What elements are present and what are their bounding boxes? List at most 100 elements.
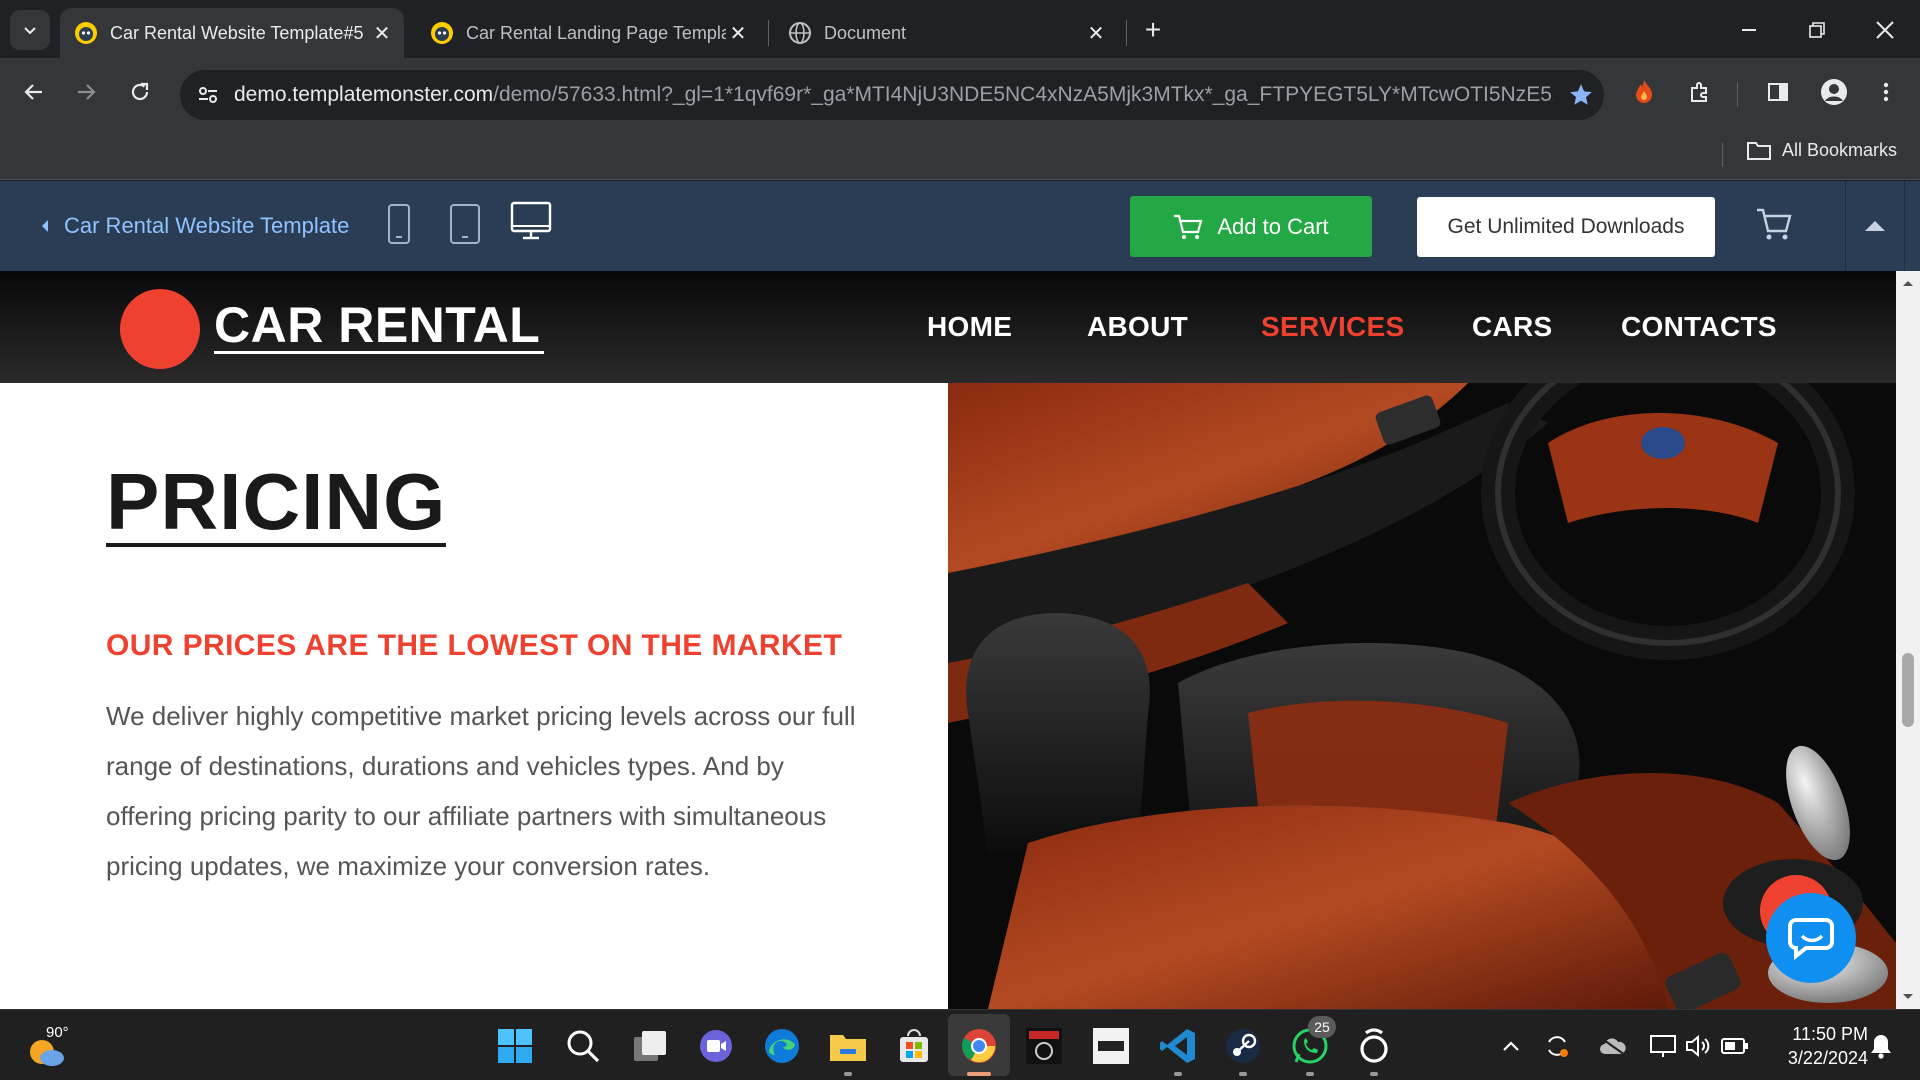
taskbar-task-view[interactable] (626, 1022, 674, 1070)
desktop-view-button[interactable] (510, 201, 552, 246)
tab-search-button[interactable] (10, 10, 50, 50)
taskbar-teams[interactable] (692, 1022, 740, 1070)
pricing-heading: PRICING (106, 457, 447, 547)
all-bookmarks-button[interactable]: All Bookmarks (1746, 139, 1897, 161)
address-bar[interactable]: demo.templatemonster.com/demo/57633.html… (180, 70, 1604, 120)
all-bookmarks-label: All Bookmarks (1782, 139, 1898, 160)
more-vert-icon (1883, 82, 1889, 102)
nav-services[interactable]: SERVICES (1261, 311, 1405, 343)
system-clock[interactable]: 11:50 PM 3/22/2024 (1756, 1022, 1868, 1070)
weather-widget[interactable]: 90° (26, 1024, 74, 1068)
chevron-down-icon (24, 27, 36, 35)
tab-car-rental-template[interactable]: Car Rental Website Template#5 ✕ (60, 8, 404, 58)
taskbar-file-explorer[interactable] (824, 1022, 872, 1070)
steam-icon (1226, 1029, 1260, 1063)
chrome-menu-button[interactable] (1866, 72, 1906, 112)
back-button[interactable] (14, 72, 54, 112)
clock-time: 11:50 PM (1792, 1024, 1868, 1044)
tray-battery[interactable] (1718, 1022, 1752, 1070)
collapse-bar-button[interactable] (1845, 181, 1905, 271)
whatsapp-unread-badge: 25 (1308, 1016, 1336, 1038)
new-tab-button[interactable]: + (1126, 8, 1180, 52)
logo-circle (120, 289, 200, 369)
taskbar-fifa-game[interactable] (1087, 1022, 1135, 1070)
tablet-view-button[interactable] (449, 203, 481, 250)
tablet-icon (450, 204, 480, 244)
chevron-up-icon (1503, 1041, 1519, 1051)
taskbar-steam[interactable] (1219, 1022, 1267, 1070)
nav-contacts[interactable]: CONTACTS (1621, 311, 1777, 343)
taskbar-app-circle[interactable] (1350, 1022, 1398, 1070)
running-indicator (1239, 1072, 1247, 1076)
scroll-down-icon[interactable] (1902, 993, 1914, 1001)
side-panel-button[interactable] (1758, 72, 1798, 112)
tray-volume[interactable] (1682, 1022, 1716, 1070)
profile-button[interactable] (1814, 72, 1854, 112)
running-indicator (1174, 1072, 1182, 1076)
extension-flame-button[interactable] (1624, 72, 1664, 112)
scroll-up-icon[interactable] (1902, 279, 1914, 287)
pricing-description: We deliver highly competitive market pri… (106, 701, 856, 881)
reload-button[interactable] (120, 72, 160, 112)
speaker-icon (1686, 1034, 1710, 1058)
live-chat-button[interactable] (1766, 893, 1856, 983)
restore-button[interactable] (1790, 8, 1844, 52)
taskbar-microsoft-store[interactable] (890, 1022, 938, 1070)
taskbar-edge[interactable] (758, 1022, 806, 1070)
scrollbar-thumb[interactable] (1902, 653, 1914, 727)
tray-network[interactable] (1646, 1022, 1680, 1070)
add-to-cart-label: Add to Cart (1217, 213, 1329, 239)
tab-car-rental-landing[interactable]: Car Rental Landing Page Templa ✕ (416, 8, 760, 58)
tray-overflow-button[interactable] (1496, 1022, 1526, 1070)
tray-onedrive[interactable] (1596, 1022, 1630, 1070)
taskbar-pes-game[interactable] (1020, 1022, 1068, 1070)
nav-cars[interactable]: CARS (1472, 311, 1553, 343)
sync-icon (1548, 1036, 1568, 1057)
taskbar-whatsapp[interactable]: 25 (1286, 1016, 1336, 1070)
windows-logo-icon (498, 1029, 532, 1063)
unlimited-label: Get Unlimited Downloads (1447, 215, 1685, 238)
folder-icon (1747, 142, 1771, 160)
shopping-cart-icon (1174, 214, 1203, 239)
back-to-template-link[interactable]: Car Rental Website Template (40, 213, 349, 239)
bookmark-star-icon[interactable] (1568, 82, 1594, 108)
tray-sync[interactable] (1540, 1022, 1574, 1070)
close-tab-icon[interactable]: ✕ (1084, 21, 1108, 45)
bookmarks-bar: All Bookmarks (0, 130, 1920, 180)
taskbar-start[interactable] (491, 1022, 539, 1070)
toolbar-divider (1737, 82, 1738, 106)
cart-button[interactable] (1756, 207, 1792, 246)
caret-left-icon (42, 220, 48, 232)
close-tab-icon[interactable]: ✕ (370, 21, 394, 45)
add-to-cart-button[interactable]: Add to Cart (1130, 196, 1372, 257)
clock-date: 3/22/2024 (1787, 1048, 1868, 1068)
chrome-browser-icon (962, 1029, 996, 1063)
minimize-button[interactable] (1722, 8, 1776, 52)
car-interior-illustration (948, 383, 1896, 1009)
extensions-button[interactable] (1680, 72, 1720, 112)
browser-toolbar: demo.templatemonster.com/demo/57633.html… (0, 58, 1920, 130)
forward-button[interactable] (66, 72, 106, 112)
close-window-button[interactable] (1858, 8, 1912, 52)
car-interior-image (948, 383, 1896, 1009)
running-indicator (1306, 1072, 1314, 1076)
arrow-left-icon (24, 84, 42, 100)
taskbar-chrome[interactable] (955, 1022, 1003, 1070)
close-tab-icon[interactable]: ✕ (726, 21, 750, 45)
url-host: demo.templatemonster.com (234, 83, 494, 106)
site-header: CAR RENTAL HOME ABOUT SERVICES CARS CONT… (0, 271, 1896, 383)
nav-about[interactable]: ABOUT (1087, 311, 1188, 343)
get-unlimited-downloads-button[interactable]: Get Unlimited Downloads (1417, 197, 1715, 257)
nav-home[interactable]: HOME (927, 311, 1012, 343)
notifications-button[interactable] (1864, 1022, 1898, 1070)
taskbar-search[interactable] (559, 1022, 607, 1070)
site-settings-icon[interactable] (196, 83, 220, 107)
edge-browser-icon (765, 1029, 799, 1063)
back-to-template-label: Car Rental Website Template (64, 213, 350, 238)
page-scrollbar[interactable] (1896, 271, 1920, 1009)
tab-document[interactable]: Document ✕ (774, 8, 1118, 58)
site-logo[interactable]: CAR RENTAL (214, 299, 545, 354)
taskbar-vscode[interactable] (1154, 1022, 1202, 1070)
mobile-view-button[interactable] (387, 203, 411, 250)
fifa-game-icon (1093, 1028, 1129, 1064)
